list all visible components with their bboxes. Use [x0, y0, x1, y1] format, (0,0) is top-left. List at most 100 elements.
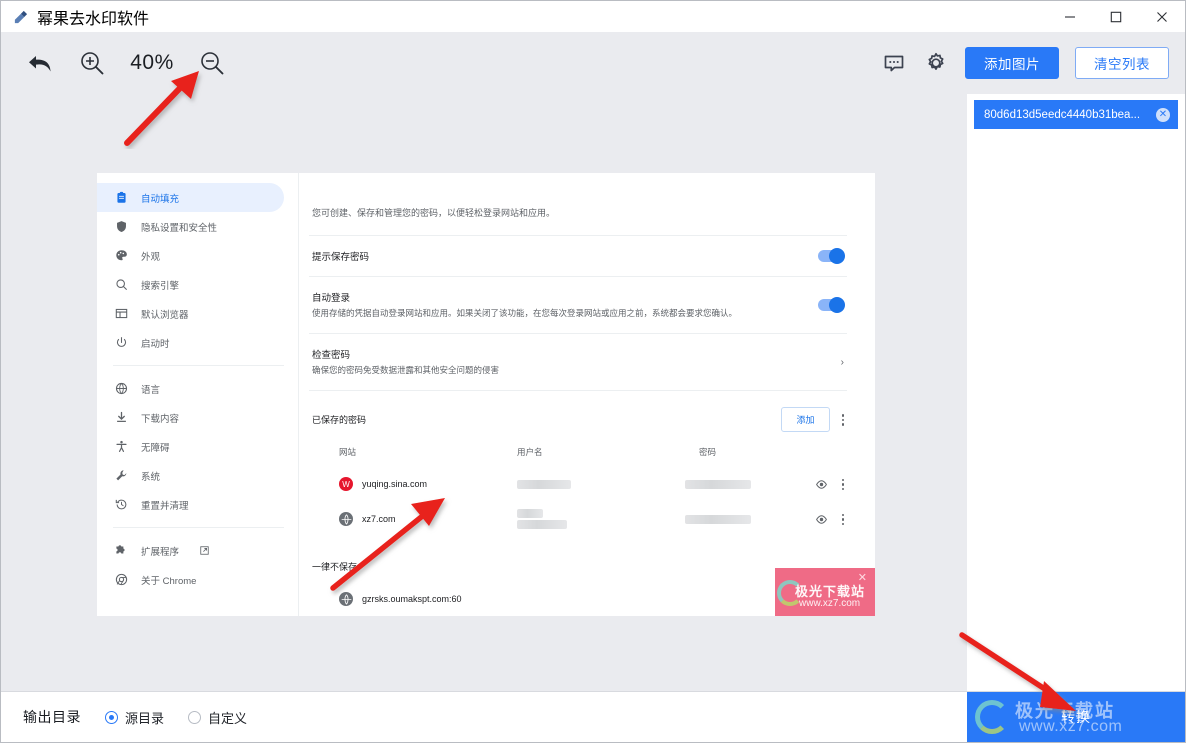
sidebar-item-label: 隐私设置和安全性: [141, 222, 218, 234]
radio-source-dir[interactable]: [105, 710, 118, 724]
zoom-level-label: 40%: [130, 51, 174, 74]
app-window: 幂果去水印软件 40% 添加图片 清空列表 自动填充 隐私设置和安全性 外观 搜…: [0, 0, 1186, 743]
row-title: 自动登录: [312, 293, 351, 304]
toolbar-left-group: 40%: [1, 46, 229, 80]
download-icon: [115, 411, 128, 424]
globe-icon: [339, 592, 353, 607]
password-table-header: 网站 用户名 密码: [309, 442, 847, 468]
sidebar-item-accessibility[interactable]: 无障碍: [97, 432, 284, 461]
file-list-panel: 80d6d13d5eedc4440b31bea... ✕: [967, 94, 1185, 691]
swirl-logo-icon: [975, 700, 1009, 734]
loaded-screenshot: 自动填充 隐私设置和安全性 外观 搜索引擎 默认浏览器 启动时 语言 下载内容 …: [97, 173, 875, 616]
bottom-bar: 输出目录 源目录 自定义 转换 极光下载站 www.xz7.com: [1, 691, 1185, 742]
watermark-sticker: ✕ 极光下载站 www.xz7.com: [775, 568, 875, 616]
sidebar-item-label: 下载内容: [141, 413, 180, 425]
sidebar-item-system[interactable]: 系统: [97, 461, 284, 490]
row-subtitle: 确保您的密码免受数据泄露和其他安全问题的侵害: [312, 365, 500, 376]
convert-button[interactable]: 转换 极光下载站 www.xz7.com: [967, 692, 1185, 742]
external-link-icon: [200, 546, 209, 555]
eye-icon[interactable]: [815, 477, 828, 491]
kebab-menu-icon[interactable]: [841, 513, 844, 526]
never-saved-site: gzrsks.oumakspt.com:60: [362, 594, 462, 605]
title-bar: 幂果去水印软件: [1, 1, 1185, 32]
sidebar-item-label: 扩展程序: [141, 546, 180, 558]
sidebar-item-autofill[interactable]: 自动填充: [97, 183, 284, 212]
power-icon: [115, 336, 128, 349]
maximize-button[interactable]: [1093, 1, 1139, 32]
auto-signin-toggle[interactable]: [818, 297, 845, 314]
sidebar-item-label: 无障碍: [141, 442, 170, 454]
puzzle-icon: [115, 544, 128, 557]
sidebar-item-extensions[interactable]: 扩展程序: [97, 536, 284, 565]
sidebar-item-default-browser[interactable]: 默认浏览器: [97, 299, 284, 328]
kebab-menu-icon[interactable]: [841, 414, 844, 426]
sidebar-item-label: 默认浏览器: [141, 309, 189, 321]
password-site: yuqing.sina.com: [362, 479, 428, 490]
globe-icon: [115, 382, 128, 395]
file-name-label: 80d6d13d5eedc4440b31bea...: [984, 108, 1141, 121]
close-button[interactable]: [1139, 1, 1185, 32]
gear-icon[interactable]: [923, 50, 949, 76]
column-header-username: 用户名: [517, 447, 543, 458]
close-circle-icon[interactable]: ✕: [1156, 107, 1170, 122]
never-saved-title: 一律不保存: [312, 562, 358, 573]
search-icon: [115, 278, 128, 291]
sidebar-item-search-engine[interactable]: 搜索引擎: [97, 270, 284, 299]
password-value-masked: [685, 514, 814, 524]
accessibility-icon: [115, 440, 128, 453]
auto-signin-row[interactable]: 自动登录 使用存储的凭据自动登录网站和应用。如果关闭了该功能，在您每次登录网站或…: [309, 277, 847, 335]
weibo-icon: W: [339, 477, 353, 492]
clear-list-button[interactable]: 清空列表: [1075, 47, 1169, 79]
password-username-masked: [517, 509, 685, 530]
add-password-button[interactable]: 添加: [781, 407, 830, 433]
output-dir-label: 输出目录: [23, 709, 81, 725]
sidebar-item-label: 系统: [141, 471, 161, 483]
eraser-icon: [13, 9, 28, 24]
chrome-settings-sidebar: 自动填充 隐私设置和安全性 外观 搜索引擎 默认浏览器 启动时 语言 下载内容 …: [97, 173, 299, 616]
sidebar-item-label: 重置并清理: [141, 500, 189, 512]
kebab-menu-icon[interactable]: [841, 478, 844, 491]
output-option-source[interactable]: 源目录: [105, 708, 164, 727]
zoom-in-icon[interactable]: [75, 46, 109, 80]
undo-arrow-icon[interactable]: [23, 46, 57, 80]
title-bar-left: 幂果去水印软件: [1, 5, 149, 29]
radio-custom-dir[interactable]: [188, 710, 202, 724]
check-passwords-row[interactable]: 检查密码 确保您的密码免受数据泄露和其他安全问题的侵害 ›: [309, 334, 847, 392]
zoom-out-icon[interactable]: [195, 46, 229, 80]
sidebar-divider-2: [113, 527, 284, 528]
sidebar-item-reset-cleanup[interactable]: 重置并清理: [97, 490, 284, 519]
row-title: 提示保存密码: [312, 252, 370, 263]
list-item[interactable]: 80d6d13d5eedc4440b31bea... ✕: [974, 100, 1178, 129]
sidebar-item-languages[interactable]: 语言: [97, 374, 284, 403]
window-controls: [1047, 1, 1185, 32]
column-header-password: 密码: [699, 447, 717, 458]
list-item[interactable]: gzrsks.oumakspt.com:60: [309, 583, 847, 615]
add-image-button[interactable]: 添加图片: [965, 47, 1059, 79]
chat-bubble-icon[interactable]: [881, 50, 907, 76]
sidebar-item-downloads[interactable]: 下载内容: [97, 403, 284, 432]
sidebar-item-label: 语言: [141, 384, 161, 396]
sidebar-item-appearance[interactable]: 外观: [97, 241, 284, 270]
password-site: xz7.com: [362, 514, 396, 525]
eye-icon[interactable]: [815, 512, 828, 526]
image-canvas[interactable]: 自动填充 隐私设置和安全性 外观 搜索引擎 默认浏览器 启动时 语言 下载内容 …: [1, 94, 967, 691]
offer-save-passwords-row[interactable]: 提示保存密码: [309, 236, 847, 277]
sidebar-item-label: 外观: [141, 251, 161, 263]
wrench-icon: [115, 469, 128, 482]
globe-icon: [339, 512, 353, 527]
radio-custom-label: 自定义: [208, 710, 248, 726]
browser-window-icon: [115, 307, 128, 320]
output-option-custom[interactable]: 自定义: [188, 708, 247, 727]
sidebar-item-about-chrome[interactable]: 关于 Chrome: [97, 565, 284, 594]
sidebar-divider-1: [113, 365, 284, 366]
window-title: 幂果去水印软件: [37, 10, 150, 28]
table-row[interactable]: xz7.com: [309, 500, 847, 538]
sidebar-item-privacy-security[interactable]: 隐私设置和安全性: [97, 212, 284, 241]
radio-source-label: 源目录: [125, 710, 165, 726]
saved-passwords-title: 已保存的密码: [312, 415, 367, 426]
table-row[interactable]: W yuqing.sina.com: [309, 468, 847, 500]
offer-save-passwords-toggle[interactable]: [818, 248, 845, 264]
sidebar-item-on-startup[interactable]: 启动时: [97, 328, 284, 357]
toolbar-right-group: 添加图片 清空列表: [881, 47, 1185, 79]
minimize-button[interactable]: [1047, 1, 1093, 32]
